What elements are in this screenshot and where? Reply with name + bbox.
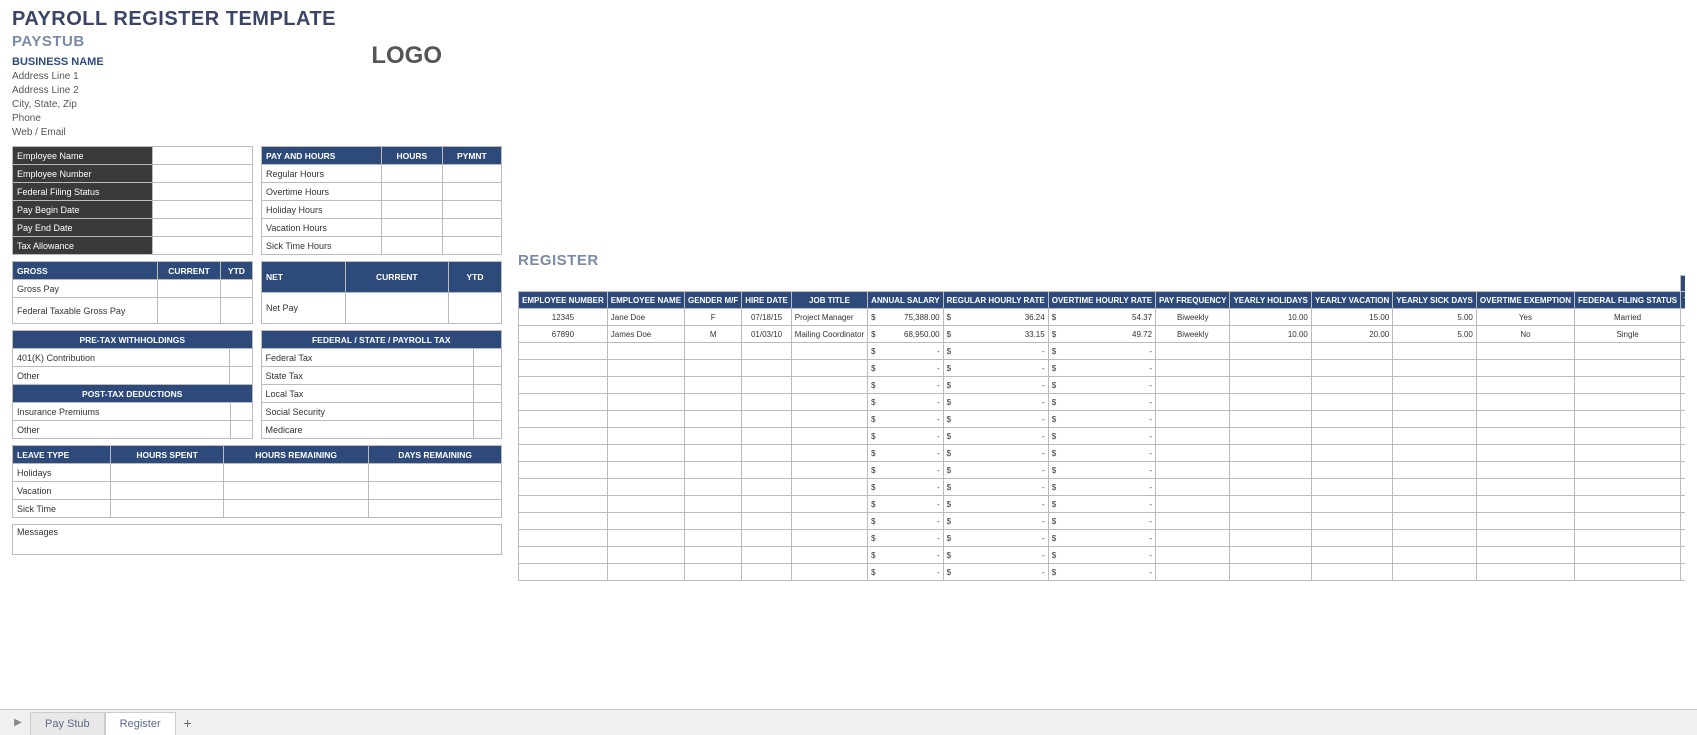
table-row[interactable]: $-$-$- — [519, 479, 1686, 496]
table-row[interactable]: $-$-$- — [519, 377, 1686, 394]
posttax-table: POST-TAX DEDUCTIONS Insurance Premiums O… — [12, 384, 253, 439]
table-row[interactable]: $-$-$- — [519, 411, 1686, 428]
sheet-tabs: ▶ Pay Stub Register + — [0, 709, 1697, 735]
pay-hours-table: PAY AND HOURSHOURSPYMNT Regular Hours Ov… — [261, 146, 502, 255]
leave-table: LEAVE TYPEHOURS SPENTHOURS REMAININGDAYS… — [12, 445, 502, 518]
subtitle: PAYSTUB — [12, 33, 336, 50]
table-row[interactable]: $-$-$- — [519, 360, 1686, 377]
field-label: Employee Name — [13, 147, 153, 165]
tab-nav-prev-icon[interactable]: ▶ — [6, 710, 30, 735]
table-row[interactable]: $-$-$- — [519, 513, 1686, 530]
employee-info-table: Employee Name Employee Number Federal Fi… — [12, 146, 253, 255]
table-row[interactable]: $-$-$- — [519, 530, 1686, 547]
address-line: Address Line 1 — [12, 70, 336, 84]
table-row[interactable]: $-$-$- — [519, 394, 1686, 411]
pretax-table: PRE-TAX WITHHOLDINGS 401(K) Contribution… — [12, 330, 253, 385]
business-name: BUSINESS NAME — [12, 56, 336, 68]
address-line: Phone — [12, 112, 336, 126]
table-row[interactable]: $-$-$- — [519, 547, 1686, 564]
gross-table: GROSSCURRENTYTD Gross Pay Federal Taxabl… — [12, 261, 253, 324]
tab-register[interactable]: Register — [105, 712, 176, 735]
paystub-panel: PAYROLL REGISTER TEMPLATE PAYSTUB BUSINE… — [12, 8, 502, 581]
table-row[interactable]: $-$-$- — [519, 564, 1686, 581]
address-line: Address Line 2 — [12, 84, 336, 98]
table-row[interactable]: $-$-$- — [519, 462, 1686, 479]
messages-table: Messages — [12, 524, 502, 555]
add-tab-icon[interactable]: + — [176, 710, 200, 735]
table-row[interactable]: $-$-$- — [519, 343, 1686, 360]
address-line: City, State, Zip — [12, 98, 336, 112]
table-row[interactable]: $-$-$- — [519, 496, 1686, 513]
logo-placeholder: LOGO — [371, 42, 442, 70]
table-row[interactable]: 12345Jane DoeF07/18/15Project Manager$75… — [519, 309, 1686, 326]
table-row[interactable]: $-$-$- — [519, 445, 1686, 462]
fedtax-table: FEDERAL / STATE / PAYROLL TAX Federal Ta… — [261, 330, 503, 439]
net-table: NETCURRENTYTD Net Pay — [261, 261, 502, 324]
register-panel: REGISTER PRE-TAX WITHHOLDINGS FEDERAL, S… — [518, 8, 1685, 581]
field-value[interactable] — [153, 147, 253, 165]
table-row[interactable]: 67890James DoeM01/03/10Mailing Coordinat… — [519, 326, 1686, 343]
address-line: Web / Email — [12, 126, 336, 140]
register-title: REGISTER — [518, 252, 1685, 269]
tab-paystub[interactable]: Pay Stub — [30, 712, 105, 735]
table-row[interactable]: $-$-$- — [519, 428, 1686, 445]
page-title: PAYROLL REGISTER TEMPLATE — [12, 8, 336, 31]
register-table: PRE-TAX WITHHOLDINGS FEDERAL, STATE AN E… — [518, 275, 1685, 581]
